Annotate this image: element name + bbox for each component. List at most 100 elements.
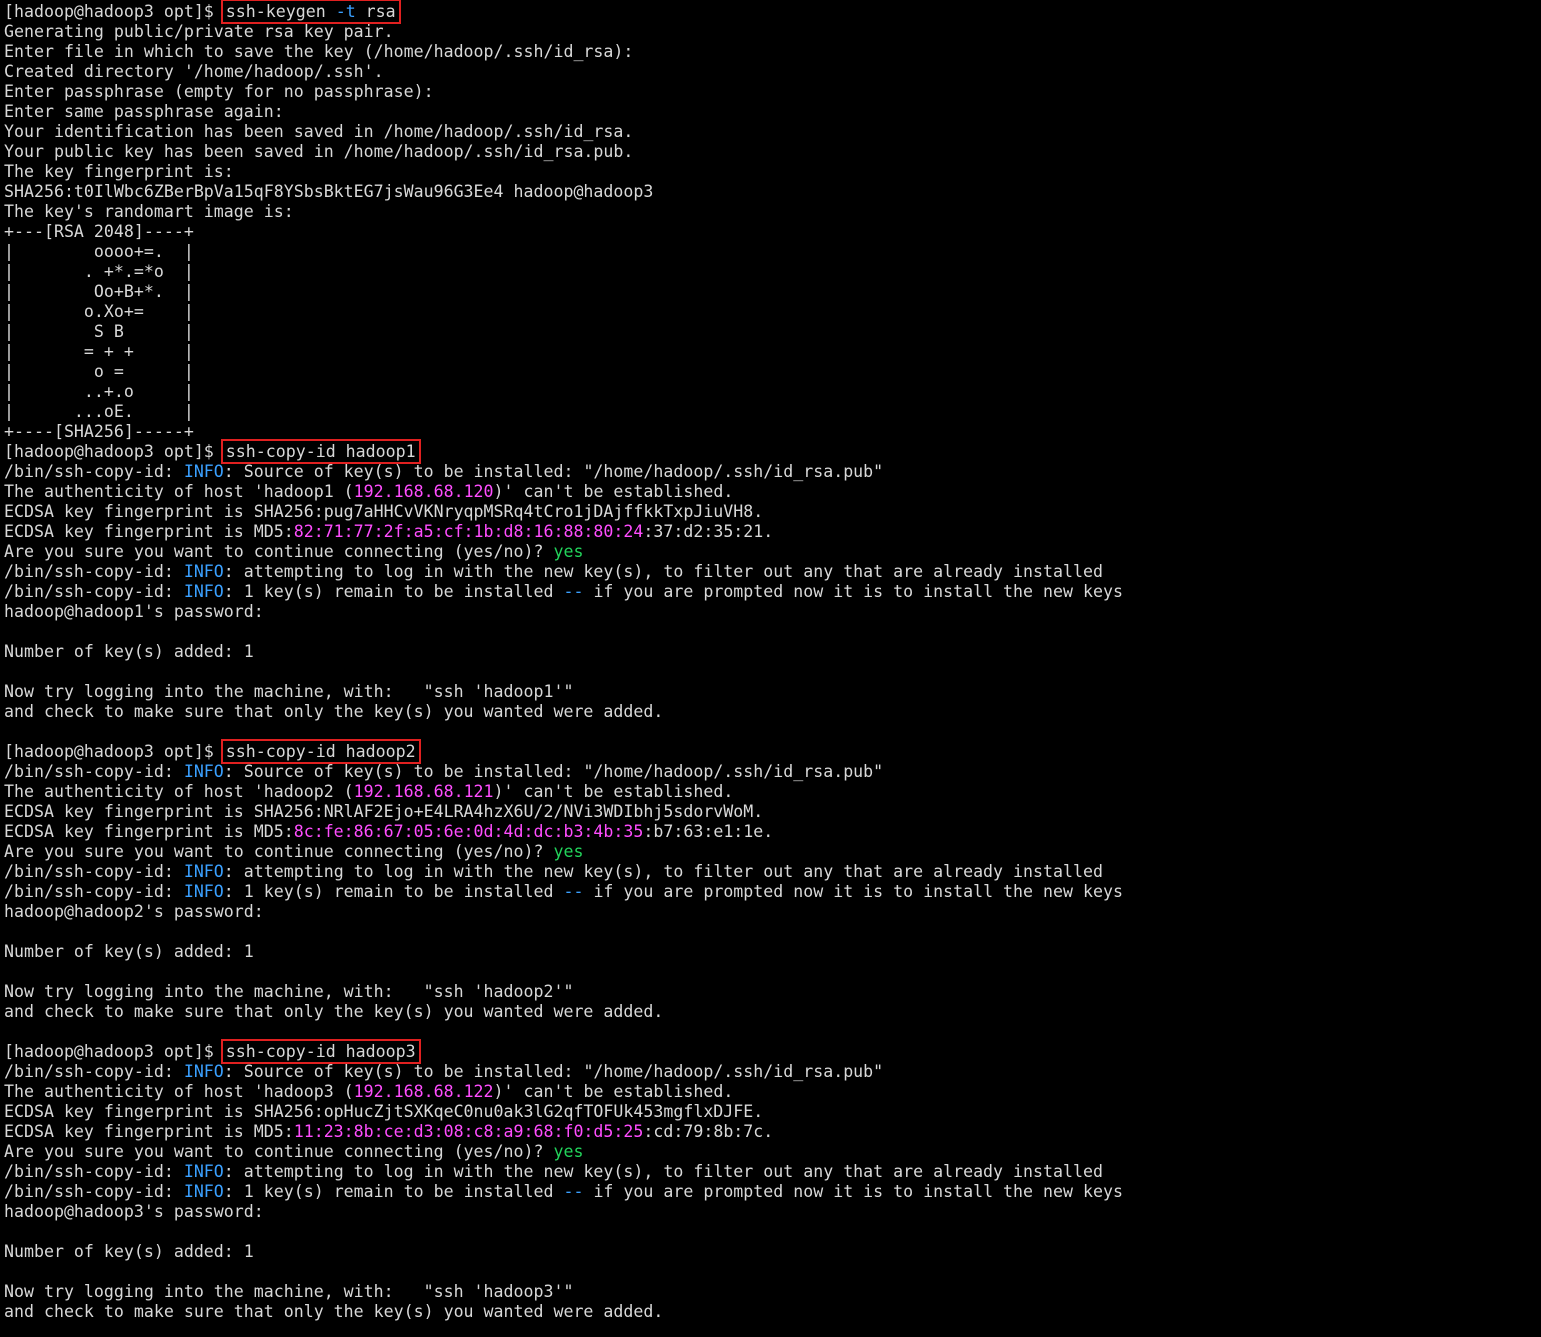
output-text: hadoop@hadoop1's password: [4,602,264,621]
output-text: Now try logging into the machine, with: … [4,1282,574,1301]
output-text: )' can't be established. [493,482,734,501]
output-text: /bin/ssh-copy-id: [4,562,184,581]
terminal-line: | ..+.o | [4,382,1123,402]
output-text: Your public key has been saved in /home/… [4,142,634,161]
output-text: ECDSA key fingerprint is MD5: [4,1122,294,1141]
terminal-line: Created directory '/home/hadoop/.ssh'. [4,62,1123,82]
terminal-line: ECDSA key fingerprint is MD5:11:23:8b:ce… [4,1122,1123,1142]
prompt-line: [hadoop@hadoop3 opt]$ ssh-keygen -t rsa [4,0,1123,24]
terminal-line: /bin/ssh-copy-id: INFO: attempting to lo… [4,1162,1123,1182]
terminal-line: /bin/ssh-copy-id: INFO: 1 key(s) remain … [4,882,1123,902]
output-text: +----[SHA256]-----+ [4,422,194,441]
terminal-line: The authenticity of host 'hadoop1 (192.1… [4,482,1123,502]
info-tag: INFO [183,1062,224,1081]
output-text: : 1 key(s) remain to be installed [223,582,564,601]
terminal-line: The authenticity of host 'hadoop2 (192.1… [4,782,1123,802]
highlighted-value: 82:71:77:2f:a5:cf:1b:d8:16:88:80:24 [293,522,644,541]
output-text: Generating public/private rsa key pair. [4,22,394,41]
info-tag: INFO [183,882,224,901]
output-text: and check to make sure that only the key… [4,1002,664,1021]
terminal-line: Generating public/private rsa key pair. [4,22,1123,42]
terminal-line: and check to make sure that only the key… [4,1302,1123,1322]
terminal-line: Your identification has been saved in /h… [4,122,1123,142]
terminal-line: /bin/ssh-copy-id: INFO: attempting to lo… [4,862,1123,882]
output-text: The authenticity of host 'hadoop1 ( [4,482,354,501]
terminal-line: Enter same passphrase again: [4,102,1123,122]
terminal-line: ECDSA key fingerprint is MD5:82:71:77:2f… [4,522,1123,542]
output-text: if you are prompted now it is to install… [583,1182,1123,1201]
output-text: | Oo+B+*. | [4,282,194,301]
terminal-line: /bin/ssh-copy-id: INFO: Source of key(s)… [4,1062,1123,1082]
terminal-window[interactable]: [hadoop@hadoop3 opt]$ ssh-keygen -t rsa G… [0,0,1541,1337]
output-text: : 1 key(s) remain to be installed [223,1182,564,1201]
prompt-line: [hadoop@hadoop3 opt]$ ssh-copy-id hadoop… [4,1039,1123,1064]
shell-prompt: [hadoop@hadoop3 opt]$ [4,1042,224,1061]
output-text: : Source of key(s) to be installed: "/ho… [223,1062,884,1081]
output-text: /bin/ssh-copy-id: [4,1162,184,1181]
terminal-line: | . +*.=*o | [4,262,1123,282]
terminal-line: and check to make sure that only the key… [4,1002,1123,1022]
output-text: ECDSA key fingerprint is MD5: [4,522,294,541]
terminal-line: ECDSA key fingerprint is SHA256:NRlAF2Ej… [4,802,1123,822]
terminal-line: | Oo+B+*. | [4,282,1123,302]
user-answer: yes [553,1142,584,1161]
terminal-line: ECDSA key fingerprint is SHA256:opHucZjt… [4,1102,1123,1122]
user-answer: yes [553,542,584,561]
terminal-line: SHA256:t0IlWbc6ZBerBpVa15qF8YSbsBktEG7js… [4,182,1123,202]
output-text: | ..+.o | [4,382,194,401]
command-text: -t [335,2,356,21]
terminal-line: /bin/ssh-copy-id: INFO: 1 key(s) remain … [4,582,1123,602]
output-text: /bin/ssh-copy-id: [4,882,184,901]
info-tag: -- [563,882,584,901]
highlighted-value: 192.168.68.122 [353,1082,494,1101]
prompt-line: [hadoop@hadoop3 opt]$ ssh-copy-id hadoop… [4,739,1123,764]
terminal-line: hadoop@hadoop2's password: [4,902,1123,922]
terminal-line: | ...oE. | [4,402,1123,422]
terminal-line: Number of key(s) added: 1 [4,642,1123,662]
terminal-line: | o = | [4,362,1123,382]
terminal-line: | oooo+=. | [4,242,1123,262]
output-text: /bin/ssh-copy-id: [4,582,184,601]
output-text: | S B | [4,322,194,341]
output-text: Number of key(s) added: 1 [4,942,254,961]
output-text: : Source of key(s) to be installed: "/ho… [223,462,884,481]
output-text: The key's randomart image is: [4,202,294,221]
prompt-line: [hadoop@hadoop3 opt]$ ssh-copy-id hadoop… [4,439,1123,464]
command-highlight-box: ssh-keygen -t rsa [220,0,401,24]
output-text: /bin/ssh-copy-id: [4,862,184,881]
terminal-line: Are you sure you want to continue connec… [4,1142,1123,1162]
output-text: ECDSA key fingerprint is SHA256:pug7aHHC… [4,502,764,521]
output-text: Enter same passphrase again: [4,102,284,121]
output-text: :cd:79:8b:7c. [643,1122,774,1141]
terminal-line: Enter passphrase (empty for no passphras… [4,82,1123,102]
output-text: | ...oE. | [4,402,194,421]
output-text: Now try logging into the machine, with: … [4,682,574,701]
output-text: and check to make sure that only the key… [4,1302,664,1321]
output-text: /bin/ssh-copy-id: [4,762,184,781]
info-tag: INFO [183,1182,224,1201]
output-text: The key fingerprint is: [4,162,234,181]
output-text: hadoop@hadoop2's password: [4,902,264,921]
terminal-line: The key fingerprint is: [4,162,1123,182]
info-tag: INFO [183,462,224,481]
output-text: The authenticity of host 'hadoop3 ( [4,1082,354,1101]
output-text: +---[RSA 2048]----+ [4,222,194,241]
user-answer: yes [553,842,584,861]
output-text: /bin/ssh-copy-id: [4,1182,184,1201]
output-text: The authenticity of host 'hadoop2 ( [4,782,354,801]
output-text: /bin/ssh-copy-id: [4,1062,184,1081]
terminal-line: Now try logging into the machine, with: … [4,1282,1123,1302]
output-text: : attempting to log in with the new key(… [223,862,1103,881]
command-text: rsa [355,2,396,21]
terminal-line: Number of key(s) added: 1 [4,1242,1123,1262]
terminal-line: | S B | [4,322,1123,342]
terminal-line: The authenticity of host 'hadoop3 (192.1… [4,1082,1123,1102]
highlighted-value: 192.168.68.120 [353,482,494,501]
output-text: : attempting to log in with the new key(… [223,1162,1103,1181]
terminal-line: | o.Xo+= | [4,302,1123,322]
output-text: Created directory '/home/hadoop/.ssh'. [4,62,384,81]
